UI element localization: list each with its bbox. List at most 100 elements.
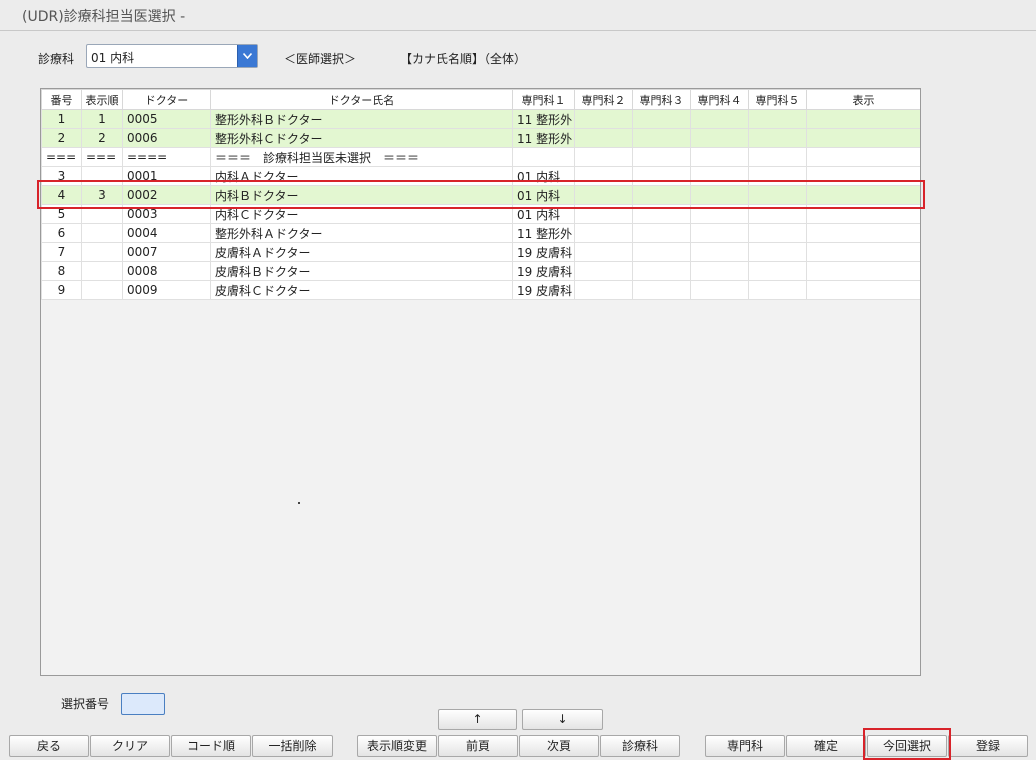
cell-doctor-name: ＝＝＝ 診療科担当医未選択 ＝＝＝	[210, 147, 513, 167]
cell-doctor-name: 皮膚科Ａドクター	[210, 242, 513, 262]
cell-specialty-3	[632, 242, 691, 262]
cell-doctor-code: 0007	[122, 242, 211, 262]
table-row[interactable]: 9 0009 皮膚科Ｃドクター 19 皮膚科	[41, 280, 920, 300]
next-page-button[interactable]: 次頁	[519, 735, 599, 757]
cell-doctor-code: 0009	[122, 280, 211, 300]
cell-specialty-3	[632, 128, 691, 148]
cell-doctor-code: 0006	[122, 128, 211, 148]
cell-specialty-2	[574, 128, 633, 148]
register-button[interactable]: 登録	[948, 735, 1028, 757]
down-button[interactable]: ↓	[522, 709, 603, 730]
cell-specialty-4	[690, 147, 749, 167]
cell-specialty-3	[632, 147, 691, 167]
cell-specialty-5	[748, 128, 807, 148]
cell-specialty-4	[690, 223, 749, 243]
cell-specialty-5	[748, 242, 807, 262]
department-select[interactable]: 01 内科	[86, 44, 258, 68]
cell-display	[806, 261, 920, 281]
dropdown-button[interactable]	[237, 45, 257, 67]
select-number-label: 選択番号	[61, 697, 110, 711]
cell-specialty-5	[748, 223, 807, 243]
col-header-display-order[interactable]: 表示順	[81, 89, 123, 110]
cell-number: 9	[41, 280, 82, 300]
col-header-number[interactable]: 番号	[41, 89, 82, 110]
cell-doctor-name: 皮膚科Ｃドクター	[210, 280, 513, 300]
prev-page-button[interactable]: 前頁	[438, 735, 518, 757]
cell-number: 6	[41, 223, 82, 243]
cell-specialty-5	[748, 261, 807, 281]
display-order-change-button[interactable]: 表示順変更	[357, 735, 437, 757]
cell-specialty-5	[748, 147, 807, 167]
cell-specialty-1: 11 整形外	[512, 223, 575, 243]
cell-number: 1	[41, 109, 82, 129]
window-title: (UDR)診療科担当医選択 -	[22, 9, 186, 25]
department-button[interactable]: 診療科	[600, 735, 680, 757]
cell-display-order	[81, 261, 123, 281]
bulk-delete-button[interactable]: 一括削除	[252, 735, 333, 757]
cell-display	[806, 280, 920, 300]
table-row[interactable]: 2 2 0006 整形外科Ｃドクター 11 整形外	[41, 128, 920, 148]
col-header-specialty-5[interactable]: 専門科５	[748, 89, 807, 110]
cell-specialty-2	[574, 280, 633, 300]
cell-specialty-1	[512, 147, 575, 167]
clear-button[interactable]: クリア	[90, 735, 170, 757]
cell-specialty-4	[690, 109, 749, 129]
table-row[interactable]: === === ==== ＝＝＝ 診療科担当医未選択 ＝＝＝	[41, 147, 920, 167]
select-number-input[interactable]	[121, 693, 165, 715]
department-label: 診療科	[38, 52, 75, 66]
window-titlebar: (UDR)診療科担当医選択 -	[0, 0, 1036, 31]
chevron-down-icon	[243, 53, 252, 59]
cell-specialty-4	[690, 261, 749, 281]
cell-display-order	[81, 280, 123, 300]
cell-number: 7	[41, 242, 82, 262]
table-row[interactable]: 7 0007 皮膚科Ａドクター 19 皮膚科	[41, 242, 920, 262]
cell-specialty-2	[574, 147, 633, 167]
table-row[interactable]: 1 1 0005 整形外科Ｂドクター 11 整形外	[41, 109, 920, 129]
col-header-doctor-code[interactable]: ドクター	[122, 89, 211, 110]
cell-specialty-3	[632, 223, 691, 243]
col-header-display[interactable]: 表示	[806, 89, 920, 110]
col-header-specialty-1[interactable]: 専門科１	[512, 89, 575, 110]
doctor-table[interactable]: 番号 表示順 ドクター ドクター氏名 専門科１ 専門科２ 専門科３ 専門科４ 専…	[40, 88, 921, 676]
table-row[interactable]: 8 0008 皮膚科Ｂドクター 19 皮膚科	[41, 261, 920, 281]
table-row[interactable]: 6 0004 整形外科Ａドクター 11 整形外	[41, 223, 920, 243]
cell-specialty-1: 11 整形外	[512, 109, 575, 129]
cell-number: ===	[41, 147, 82, 167]
cell-display-order: 1	[81, 109, 123, 129]
col-header-specialty-2[interactable]: 専門科２	[574, 89, 633, 110]
cell-specialty-1: 19 皮膚科	[512, 261, 575, 281]
up-button[interactable]: ↑	[438, 709, 517, 730]
mode-label: ＜医師選択＞	[284, 52, 357, 66]
cell-display-order	[81, 242, 123, 262]
cell-specialty-1: 19 皮膚科	[512, 280, 575, 300]
code-order-button[interactable]: コード順	[171, 735, 251, 757]
cell-display	[806, 223, 920, 243]
sort-label: 【カナ氏名順】（全体）	[400, 52, 527, 66]
cell-number: 8	[41, 261, 82, 281]
cell-display-order: 2	[81, 128, 123, 148]
cell-doctor-code: 0008	[122, 261, 211, 281]
cell-number: 2	[41, 128, 82, 148]
specialty-button[interactable]: 専門科	[705, 735, 785, 757]
col-header-doctor-name[interactable]: ドクター氏名	[210, 89, 513, 110]
cell-display	[806, 109, 920, 129]
cell-specialty-2	[574, 261, 633, 281]
back-button[interactable]: 戻る	[9, 735, 89, 757]
cell-specialty-3	[632, 261, 691, 281]
cell-specialty-2	[574, 109, 633, 129]
cell-doctor-code: ====	[122, 147, 211, 167]
cell-specialty-4	[690, 242, 749, 262]
cell-display-order	[81, 223, 123, 243]
cell-specialty-3	[632, 109, 691, 129]
cell-doctor-code: 0004	[122, 223, 211, 243]
cell-doctor-name: 整形外科Ｂドクター	[210, 109, 513, 129]
col-header-specialty-4[interactable]: 専門科４	[690, 89, 749, 110]
cell-display-order: ===	[81, 147, 123, 167]
table-header: 番号 表示順 ドクター ドクター氏名 専門科１ 専門科２ 専門科３ 専門科４ 専…	[41, 89, 920, 110]
cell-doctor-name: 整形外科Ｃドクター	[210, 128, 513, 148]
col-header-specialty-3[interactable]: 専門科３	[632, 89, 691, 110]
cell-specialty-5	[748, 280, 807, 300]
selected-row-outline	[37, 180, 925, 209]
cell-specialty-2	[574, 242, 633, 262]
confirm-button[interactable]: 確定	[786, 735, 866, 757]
